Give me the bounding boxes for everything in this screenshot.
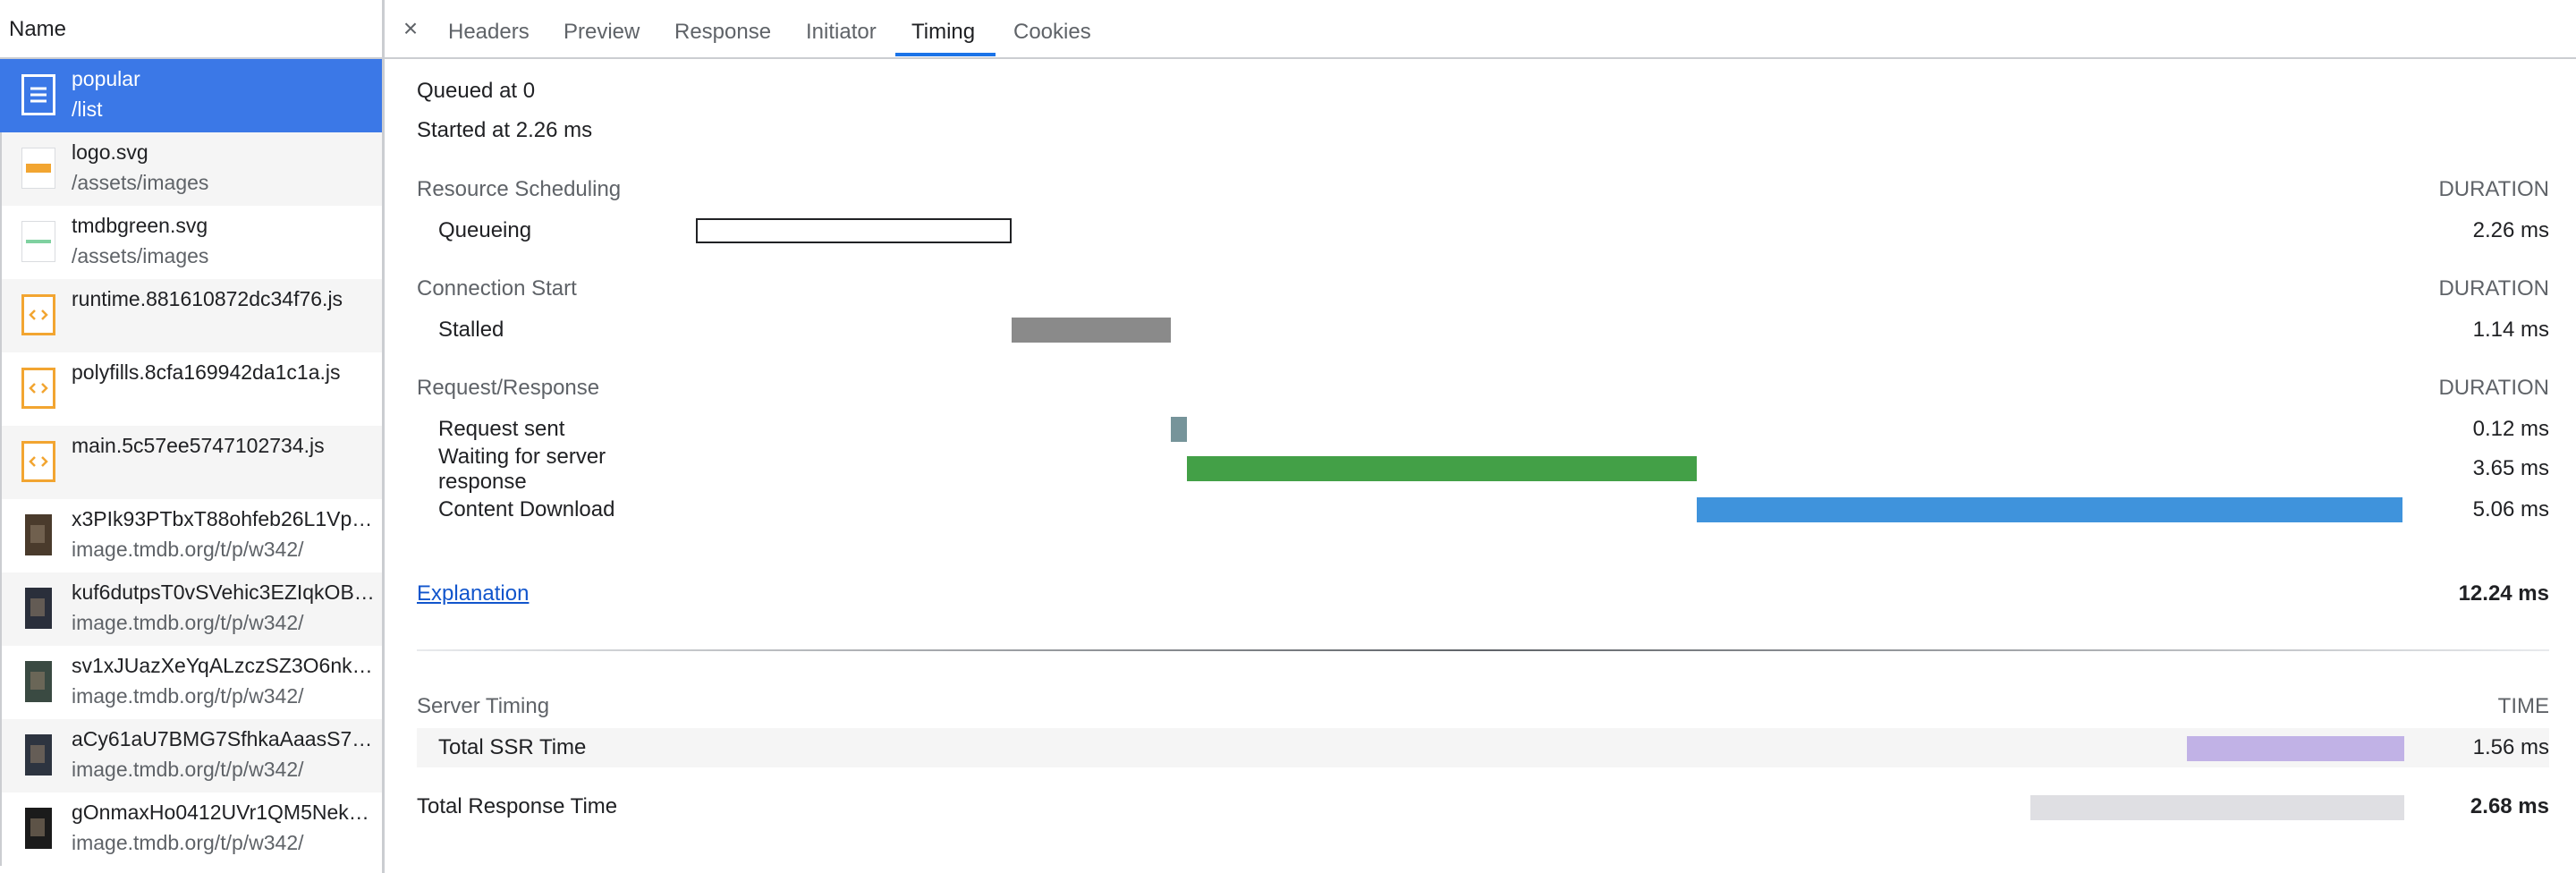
total-response-bar bbox=[2029, 795, 2404, 820]
tab-timing[interactable]: Timing bbox=[911, 0, 975, 57]
timing-row-label: Stalled bbox=[438, 318, 504, 342]
timing-row-label: Waiting for server response bbox=[438, 445, 606, 494]
total-duration: 12.24 ms bbox=[2458, 581, 2549, 606]
tab-headers[interactable]: Headers bbox=[448, 0, 530, 57]
request-name: gOnmaxHo0412UVr1QM5Nekv1xPi.jpg bbox=[72, 801, 376, 824]
image-thumbnail-icon bbox=[21, 221, 55, 262]
timing-row-label: Content Download bbox=[438, 497, 615, 521]
timing-bar bbox=[1170, 417, 1188, 442]
queued-at-text: Queued at 0 bbox=[417, 79, 536, 103]
request-row[interactable]: sv1xJUazXeYqALzczSZ3O6nkH75.jpg image.tmd… bbox=[0, 646, 382, 719]
timing-bar bbox=[1011, 318, 1171, 343]
poster-thumbnail-icon bbox=[21, 514, 55, 555]
request-name: popular bbox=[72, 67, 140, 90]
server-timing-value: 1.56 ms bbox=[2472, 735, 2549, 759]
request-path: image.tmdb.org/t/p/w342/ bbox=[72, 684, 304, 708]
explanation-link[interactable]: Explanation bbox=[417, 581, 529, 606]
time-header: TIME bbox=[2497, 694, 2549, 718]
request-path: /assets/images bbox=[72, 171, 209, 194]
total-response-label: Total Response Time bbox=[417, 794, 618, 818]
request-row[interactable]: runtime.881610872dc34f76.js bbox=[0, 279, 382, 352]
total-response-value: 2.68 ms bbox=[2470, 794, 2549, 818]
close-icon[interactable]: × bbox=[397, 15, 424, 42]
request-row[interactable]: popular/list bbox=[0, 59, 382, 132]
image-thumbnail-icon bbox=[21, 148, 55, 189]
request-row[interactable]: logo.svg/assets/images bbox=[0, 132, 382, 206]
request-path: /assets/images bbox=[72, 244, 209, 267]
document-icon bbox=[21, 74, 55, 115]
timing-row-value: 2.26 ms bbox=[2472, 218, 2549, 242]
script-icon bbox=[21, 294, 55, 335]
timing-bar bbox=[696, 218, 1012, 243]
timing-panel: Queued at 0 Started at 2.26 ms Resource … bbox=[417, 59, 2549, 873]
timing-row-value: 5.06 ms bbox=[2472, 497, 2549, 521]
timing-bar bbox=[1696, 497, 2403, 522]
request-row[interactable]: x3PIk93PTbxT88ohfeb26L1VpZw.jpg image.tmd… bbox=[0, 499, 382, 572]
script-icon bbox=[21, 368, 55, 409]
request-row[interactable]: tmdbgreen.svg/assets/images bbox=[0, 206, 382, 279]
started-at-text: Started at 2.26 ms bbox=[417, 118, 593, 142]
request-path: image.tmdb.org/t/p/w342/ bbox=[72, 758, 304, 781]
section-divider bbox=[417, 649, 2549, 651]
timing-row-label: Request sent bbox=[438, 417, 565, 441]
request-row[interactable]: gOnmaxHo0412UVr1QM5Nekv1xPi.jpg image.tmd… bbox=[0, 792, 382, 866]
server-timing-title: Server Timing bbox=[417, 694, 550, 718]
timing-row-value: 0.12 ms bbox=[2472, 417, 2549, 441]
request-list-panel: Name popular/list logo.svg/assets/images t… bbox=[0, 0, 385, 873]
name-column-header[interactable]: Name bbox=[0, 0, 382, 59]
request-name: polyfills.8cfa169942da1c1a.js bbox=[72, 360, 341, 384]
request-row[interactable]: main.5c57ee5747102734.js bbox=[0, 426, 382, 499]
server-timing-bar bbox=[2186, 736, 2404, 761]
request-name: main.5c57ee5747102734.js bbox=[72, 434, 325, 457]
request-name: aCy61aU7BMG7SfhkaAaasS7KzUO.jpg bbox=[72, 727, 376, 750]
server-timing-label: Total SSR Time bbox=[438, 735, 587, 759]
timing-bar bbox=[1187, 456, 1697, 481]
request-path: image.tmdb.org/t/p/w342/ bbox=[72, 831, 304, 854]
request-name: x3PIk93PTbxT88ohfeb26L1VpZw.jpg bbox=[72, 507, 376, 530]
timing-row-value: 1.14 ms bbox=[2472, 318, 2549, 342]
poster-thumbnail-icon bbox=[21, 588, 55, 629]
poster-thumbnail-icon bbox=[21, 808, 55, 849]
tab-initiator[interactable]: Initiator bbox=[806, 0, 877, 57]
duration-header: DURATION bbox=[2438, 177, 2549, 201]
poster-thumbnail-icon bbox=[21, 661, 55, 702]
timing-row-label: Queueing bbox=[438, 218, 532, 242]
request-path: image.tmdb.org/t/p/w342/ bbox=[72, 611, 304, 634]
request-path: image.tmdb.org/t/p/w342/ bbox=[72, 538, 304, 561]
detail-tab-bar: × Headers Preview Response Initiator Tim… bbox=[385, 0, 2576, 59]
duration-header: DURATION bbox=[2438, 276, 2549, 301]
section-title: Resource Scheduling bbox=[417, 177, 622, 201]
section-title: Connection Start bbox=[417, 276, 577, 301]
request-list: popular/list logo.svg/assets/images tmdbgr… bbox=[0, 59, 382, 866]
request-name: runtime.881610872dc34f76.js bbox=[72, 287, 343, 310]
request-name: kuf6dutpsT0vSVehic3EZIqkOBt.jpg bbox=[72, 581, 376, 604]
request-row[interactable]: polyfills.8cfa169942da1c1a.js bbox=[0, 352, 382, 426]
timing-row-value: 3.65 ms bbox=[2472, 456, 2549, 480]
section-title: Request/Response bbox=[417, 376, 600, 400]
script-icon bbox=[21, 441, 55, 482]
request-name: logo.svg bbox=[72, 140, 148, 164]
request-path: /list bbox=[72, 97, 103, 121]
tab-preview[interactable]: Preview bbox=[564, 0, 640, 57]
active-tab-indicator bbox=[895, 53, 996, 56]
duration-header: DURATION bbox=[2438, 376, 2549, 400]
request-row[interactable]: kuf6dutpsT0vSVehic3EZIqkOBt.jpg image.tmd… bbox=[0, 572, 382, 646]
tab-response[interactable]: Response bbox=[674, 0, 771, 57]
poster-thumbnail-icon bbox=[21, 734, 55, 776]
request-row[interactable]: aCy61aU7BMG7SfhkaAaasS7KzUO.jpg image.tmd… bbox=[0, 719, 382, 792]
request-name: tmdbgreen.svg bbox=[72, 214, 208, 237]
request-name: sv1xJUazXeYqALzczSZ3O6nkH75.jpg bbox=[72, 654, 376, 677]
tab-cookies[interactable]: Cookies bbox=[1013, 0, 1091, 57]
